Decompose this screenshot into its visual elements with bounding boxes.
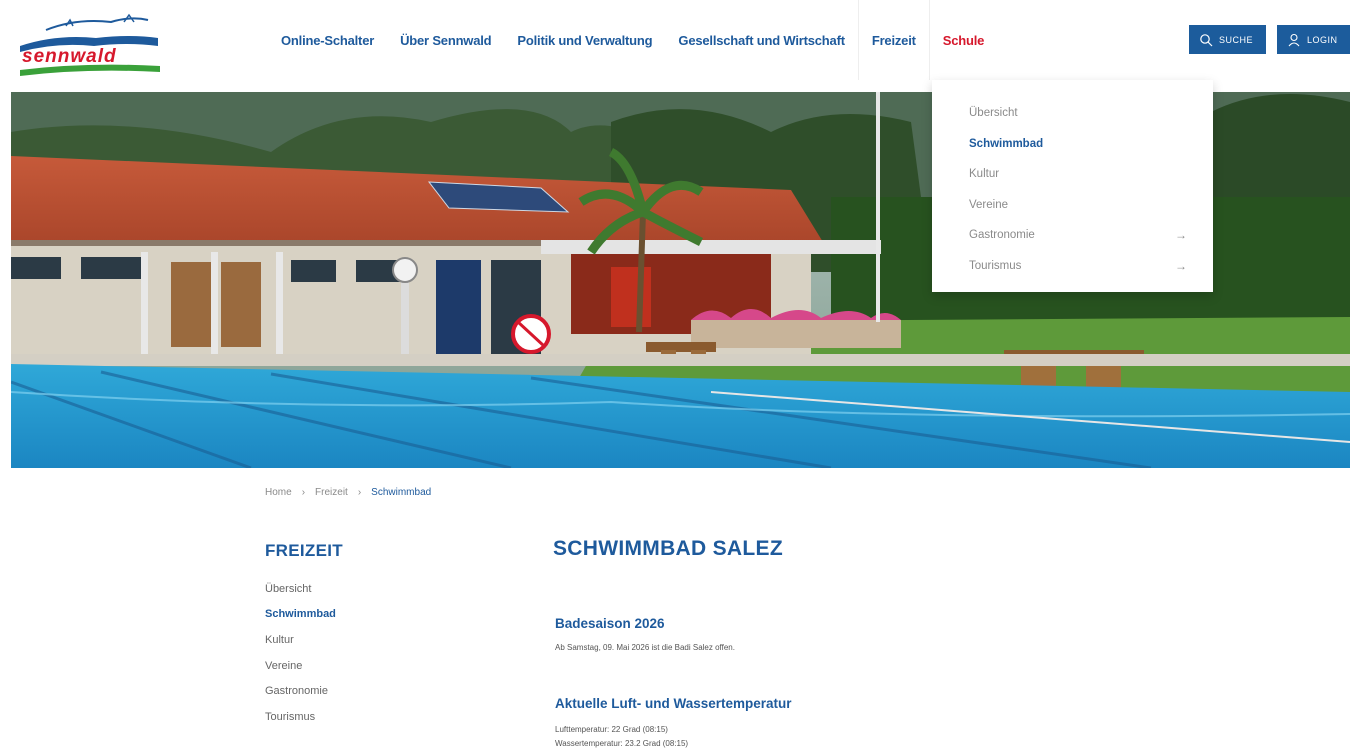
breadcrumb-current: Schwimmbad bbox=[371, 487, 432, 498]
sidebar-item-kultur[interactable]: Kultur bbox=[265, 627, 336, 653]
nav-politik-verwaltung[interactable]: Politik und Verwaltung bbox=[504, 0, 665, 80]
sennwald-logo[interactable]: sennwald bbox=[16, 12, 166, 78]
main-nav: Online-Schalter Über Sennwald Politik un… bbox=[268, 0, 997, 80]
season-heading: Badesaison 2026 bbox=[555, 616, 665, 631]
sidebar-nav: Übersicht Schwimmbad Kultur Vereine Gast… bbox=[265, 576, 336, 730]
dropdown-item-uebersicht[interactable]: Übersicht bbox=[932, 98, 1213, 129]
dropdown-item-kultur[interactable]: Kultur bbox=[932, 159, 1213, 190]
dropdown-item-tourismus[interactable]: Tourismus → bbox=[932, 251, 1213, 282]
nav-schule[interactable]: Schule bbox=[930, 0, 997, 80]
temperature-heading: Aktuelle Luft- und Wassertemperatur bbox=[555, 696, 792, 711]
sidebar-item-uebersicht[interactable]: Übersicht bbox=[265, 576, 336, 602]
arrow-right-icon: → bbox=[1175, 228, 1187, 243]
dropdown-item-gastronomie[interactable]: Gastronomie → bbox=[932, 220, 1213, 251]
season-text: Ab Samstag, 09. Mai 2026 ist die Badi Sa… bbox=[555, 643, 735, 652]
dropdown-item-vereine[interactable]: Vereine bbox=[932, 190, 1213, 221]
page-title: SCHWIMMBAD SALEZ bbox=[553, 537, 783, 560]
sidebar-item-tourismus[interactable]: Tourismus bbox=[265, 704, 336, 730]
sidebar-item-schwimmbad[interactable]: Schwimmbad bbox=[265, 602, 336, 628]
user-icon bbox=[1288, 33, 1300, 46]
air-temperature: Lufttemperatur: 22 Grad (08:15) bbox=[555, 725, 668, 734]
login-button-label: LOGIN bbox=[1307, 34, 1338, 45]
sidebar-item-gastronomie[interactable]: Gastronomie bbox=[265, 678, 336, 704]
search-icon bbox=[1200, 33, 1213, 46]
dropdown-item-schwimmbad[interactable]: Schwimmbad bbox=[932, 129, 1213, 160]
nav-gesellschaft-wirtschaft[interactable]: Gesellschaft und Wirtschaft bbox=[665, 0, 857, 80]
sidebar-item-vereine[interactable]: Vereine bbox=[265, 653, 336, 679]
freizeit-dropdown-menu: Übersicht Schwimmbad Kultur Vereine Gast… bbox=[932, 80, 1213, 292]
search-button[interactable]: SUCHE bbox=[1189, 25, 1266, 54]
nav-online-schalter[interactable]: Online-Schalter bbox=[268, 0, 387, 80]
breadcrumb-freizeit[interactable]: Freizeit bbox=[315, 487, 348, 498]
login-button[interactable]: LOGIN bbox=[1277, 25, 1350, 54]
sidebar-title: FREIZEIT bbox=[265, 541, 343, 560]
breadcrumb: Home › Freizeit › Schwimmbad bbox=[265, 487, 431, 498]
breadcrumb-separator: › bbox=[357, 487, 362, 498]
water-temperature: Wassertemperatur: 23.2 Grad (08:15) bbox=[555, 739, 689, 748]
search-button-label: SUCHE bbox=[1219, 34, 1254, 45]
breadcrumb-home[interactable]: Home bbox=[265, 487, 292, 498]
arrow-right-icon: → bbox=[1175, 258, 1187, 273]
nav-freizeit[interactable]: Freizeit bbox=[857, 0, 930, 80]
nav-ueber-sennwald[interactable]: Über Sennwald bbox=[387, 0, 504, 80]
logo-text: sennwald bbox=[22, 46, 117, 67]
site-header: sennwald Online-Schalter Über Sennwald P… bbox=[0, 0, 1350, 92]
breadcrumb-separator: › bbox=[301, 487, 306, 498]
